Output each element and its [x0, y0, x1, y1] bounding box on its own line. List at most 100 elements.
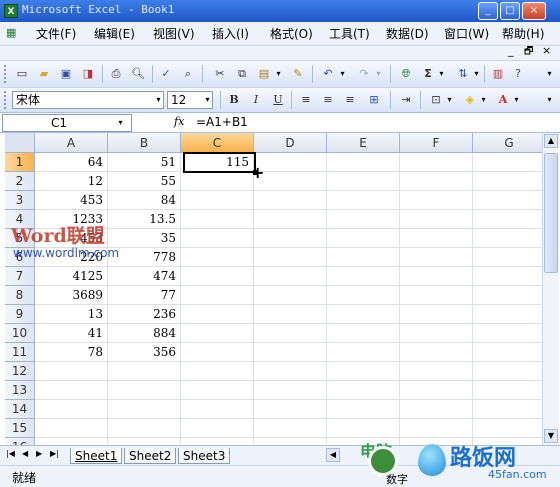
cell-a8[interactable]: 3689 [35, 286, 108, 305]
chart-wizard-icon[interactable]: ▥ [490, 66, 506, 82]
cell-f14[interactable] [400, 400, 473, 419]
name-box[interactable]: C1 [2, 114, 132, 132]
excel-app-icon[interactable]: X [4, 4, 18, 18]
align-left-icon[interactable]: ≡ [298, 92, 314, 108]
cell-a14[interactable] [35, 400, 108, 419]
cell-g13[interactable] [473, 381, 542, 400]
new-icon[interactable]: ▭ [14, 66, 30, 82]
name-box-dropdown-icon[interactable]: ▾ [116, 115, 125, 131]
select-all-corner[interactable] [5, 133, 35, 153]
cell-e8[interactable] [327, 286, 400, 305]
column-header-a[interactable]: A [35, 133, 108, 153]
cell-e2[interactable] [327, 172, 400, 191]
cell-c7[interactable] [181, 267, 254, 286]
cell-b8[interactable]: 77 [108, 286, 181, 305]
menu-tools[interactable]: 工具(T) [329, 26, 370, 42]
row-header-8[interactable]: 8 [5, 286, 35, 305]
cell-d14[interactable] [254, 400, 327, 419]
cell-f15[interactable] [400, 419, 473, 438]
row-header-7[interactable]: 7 [5, 267, 35, 286]
cell-d3[interactable] [254, 191, 327, 210]
cell-a2[interactable]: 12 [35, 172, 108, 191]
row-header-16[interactable]: 16 [5, 438, 35, 445]
save-icon[interactable]: ▣ [58, 66, 74, 82]
cell-f11[interactable] [400, 343, 473, 362]
cell-f4[interactable] [400, 210, 473, 229]
cell-c15[interactable] [181, 419, 254, 438]
paste-dropdown-icon[interactable]: ▾ [274, 66, 283, 82]
copy-icon[interactable]: ⧉ [234, 66, 250, 82]
scroll-thumb[interactable] [544, 153, 558, 273]
underline-icon[interactable]: U [270, 92, 286, 108]
align-right-icon[interactable]: ≡ [342, 92, 358, 108]
worksheet-grid[interactable]: ABCDEFG 1 64 51 115 2 12 55 3 453 84 4 1233 13.5 5 453… [5, 133, 542, 445]
cell-c6[interactable] [181, 248, 254, 267]
cell-b1[interactable]: 51 [108, 153, 181, 172]
autosum-icon[interactable]: Σ [420, 66, 436, 82]
menu-data[interactable]: 数据(D) [386, 26, 429, 42]
cell-b15[interactable] [108, 419, 181, 438]
doc-minimize-button[interactable]: _ [508, 44, 514, 57]
help-icon[interactable]: ? [510, 66, 526, 82]
row-header-10[interactable]: 10 [5, 324, 35, 343]
cell-d15[interactable] [254, 419, 327, 438]
cell-g8[interactable] [473, 286, 542, 305]
column-header-b[interactable]: B [108, 133, 181, 153]
cell-c14[interactable] [181, 400, 254, 419]
cell-d10[interactable] [254, 324, 327, 343]
cell-d5[interactable] [254, 229, 327, 248]
merge-center-icon[interactable]: ⊞ [366, 92, 382, 108]
toolbar-options-icon[interactable]: ▾ [545, 66, 554, 82]
cell-f9[interactable] [400, 305, 473, 324]
row-header-1[interactable]: 1 [5, 153, 35, 172]
doc-close-button[interactable]: × [542, 44, 551, 57]
paste-icon[interactable]: ▤ [256, 66, 272, 82]
cell-a1[interactable]: 64 [35, 153, 108, 172]
cell-e15[interactable] [327, 419, 400, 438]
cell-b16[interactable] [108, 438, 181, 445]
cell-f2[interactable] [400, 172, 473, 191]
row-header-12[interactable]: 12 [5, 362, 35, 381]
cell-d1[interactable] [254, 153, 327, 172]
row-header-9[interactable]: 9 [5, 305, 35, 324]
cell-e10[interactable] [327, 324, 400, 343]
italic-icon[interactable]: I [248, 92, 264, 108]
cell-c4[interactable] [181, 210, 254, 229]
bold-icon[interactable]: B [226, 92, 242, 108]
cell-e13[interactable] [327, 381, 400, 400]
cell-d12[interactable] [254, 362, 327, 381]
cell-c16[interactable] [181, 438, 254, 445]
permission-icon[interactable]: ◨ [80, 66, 96, 82]
cell-e7[interactable] [327, 267, 400, 286]
font-name-dropdown-icon[interactable]: ▾ [154, 92, 163, 108]
cell-b4[interactable]: 13.5 [108, 210, 181, 229]
menu-insert[interactable]: 插入(I) [212, 26, 249, 42]
cell-a11[interactable]: 78 [35, 343, 108, 362]
cell-f8[interactable] [400, 286, 473, 305]
cell-c5[interactable] [181, 229, 254, 248]
cell-g7[interactable] [473, 267, 542, 286]
cell-e11[interactable] [327, 343, 400, 362]
cell-d9[interactable] [254, 305, 327, 324]
cell-b14[interactable] [108, 400, 181, 419]
cell-c3[interactable] [181, 191, 254, 210]
font-name-select[interactable]: 宋体 [12, 91, 164, 109]
font-size-dropdown-icon[interactable]: ▾ [203, 92, 212, 108]
menu-window[interactable]: 窗口(W) [444, 26, 489, 42]
undo-dropdown-icon[interactable]: ▾ [338, 66, 347, 82]
cell-f10[interactable] [400, 324, 473, 343]
hyperlink-icon[interactable]: 🌐︎ [398, 66, 414, 82]
autosum-dropdown-icon[interactable]: ▾ [437, 66, 446, 82]
cell-a16[interactable] [35, 438, 108, 445]
cell-g9[interactable] [473, 305, 542, 324]
spelling-icon[interactable]: ✓ [158, 66, 174, 82]
cell-a7[interactable]: 4125 [35, 267, 108, 286]
cell-g14[interactable] [473, 400, 542, 419]
formula-input[interactable]: =A1+B1 [196, 115, 248, 129]
menu-edit[interactable]: 编辑(E) [94, 26, 135, 42]
cell-c10[interactable] [181, 324, 254, 343]
format-painter-icon[interactable]: ✎ [290, 66, 306, 82]
cell-f7[interactable] [400, 267, 473, 286]
cell-a13[interactable] [35, 381, 108, 400]
menu-help[interactable]: 帮助(H) [502, 26, 544, 42]
